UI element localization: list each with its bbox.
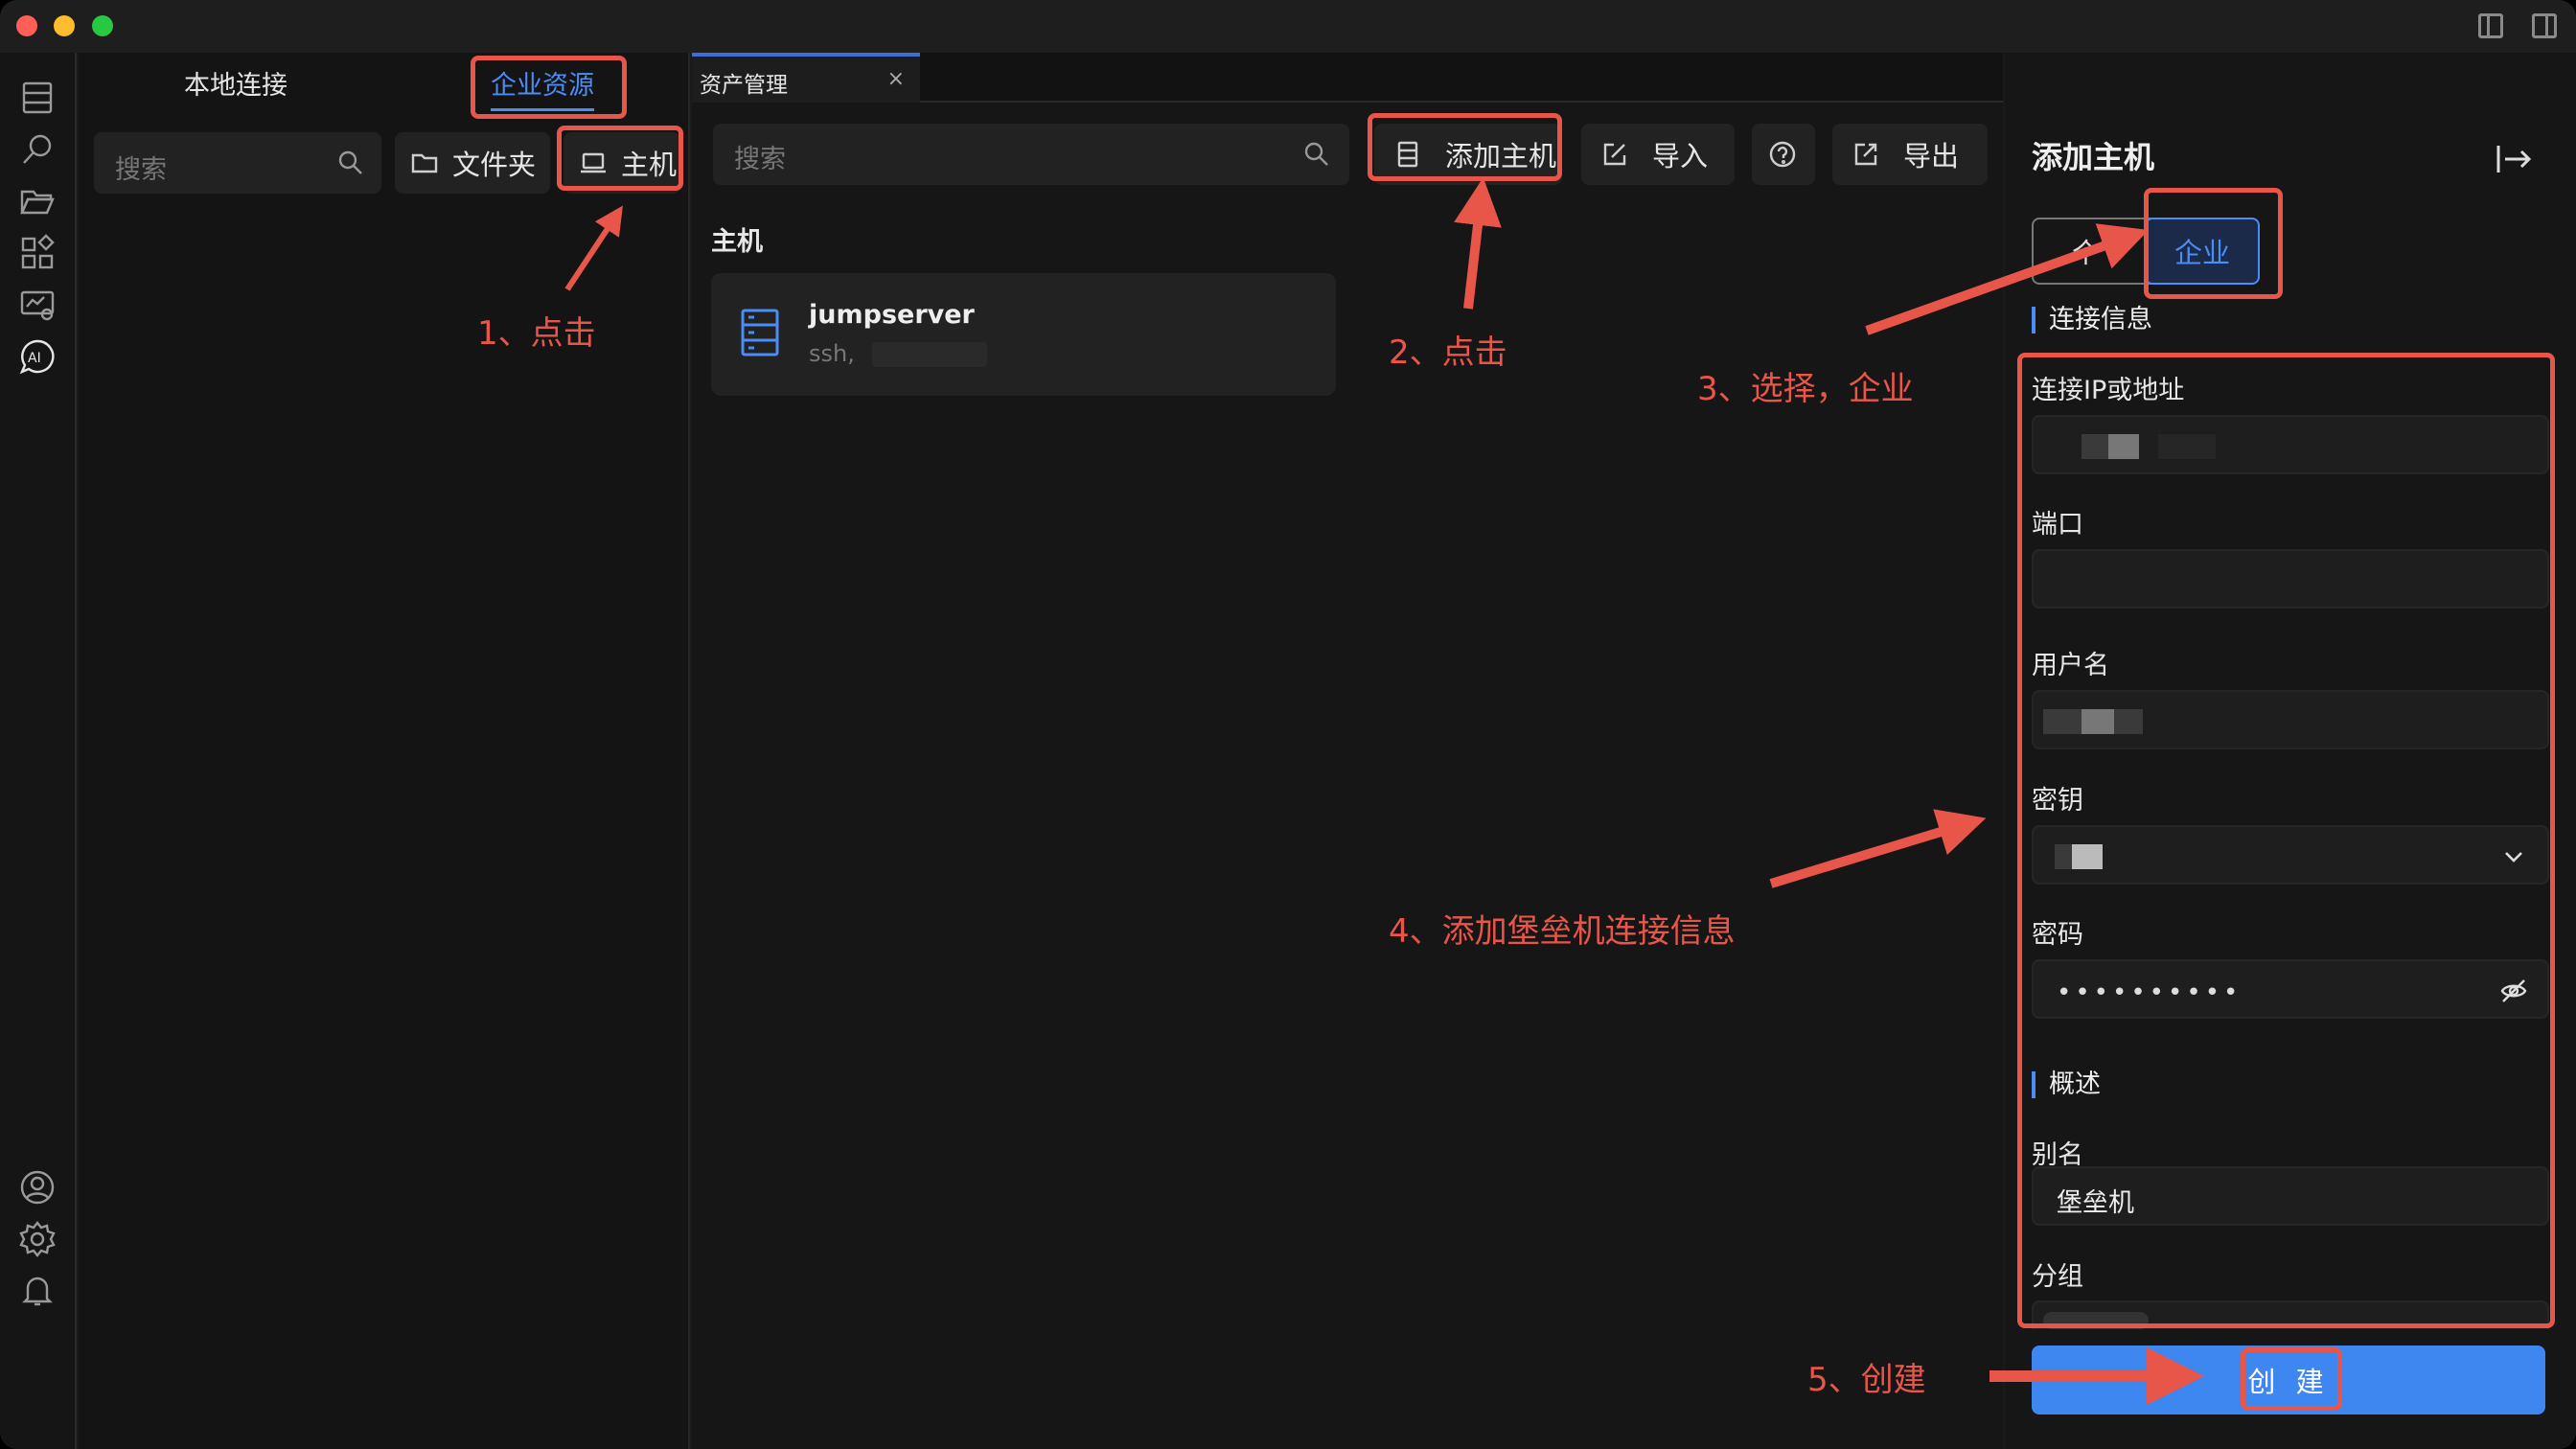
toggle-right-sidebar-icon[interactable] xyxy=(2532,13,2557,38)
redacted-value xyxy=(2158,434,2216,459)
active-tab-underline xyxy=(491,108,594,111)
resource-panel: 本地连接 企业资源 搜索 文件夹 主机 xyxy=(79,53,690,1449)
svg-text:AI: AI xyxy=(28,351,41,366)
ai-assistant-icon[interactable]: AI xyxy=(17,336,58,377)
toggle-left-sidebar-icon[interactable] xyxy=(2478,13,2503,38)
zoom-window-button[interactable] xyxy=(92,15,113,36)
tab-title: 资产管理 xyxy=(700,73,788,98)
monitor-icon[interactable] xyxy=(17,285,58,325)
create-button[interactable]: 创 建 xyxy=(2032,1346,2545,1414)
host-button-label: 主机 xyxy=(621,149,678,181)
annotation-step5: 5、创建 xyxy=(1807,1361,1926,1399)
group-select[interactable] xyxy=(2032,1300,2549,1329)
import-icon xyxy=(1603,143,1626,166)
help-button[interactable] xyxy=(1752,124,1815,185)
export-label: 导出 xyxy=(1903,140,1960,172)
add-host-button[interactable]: 添加主机 xyxy=(1374,124,1562,185)
close-window-button[interactable] xyxy=(16,15,37,36)
folder-open-icon[interactable] xyxy=(17,181,58,221)
folder-filter-button[interactable]: 文件夹 xyxy=(395,132,550,194)
redacted-value xyxy=(2108,434,2139,459)
settings-gear-icon[interactable] xyxy=(17,1219,58,1259)
export-icon xyxy=(1854,143,1877,166)
redacted-value xyxy=(2082,434,2108,459)
tab-enterprise-label: 企业资源 xyxy=(491,71,594,101)
hosts-list-icon[interactable] xyxy=(17,78,58,118)
redacted-address xyxy=(872,342,987,367)
tab-local-connections[interactable]: 本地连接 xyxy=(184,64,288,102)
alias-input[interactable]: 堡垒机 xyxy=(2032,1166,2549,1226)
search-icon[interactable] xyxy=(17,129,58,170)
password-mask: •••••••••• xyxy=(2057,978,2242,1007)
ip-label: 连接IP或地址 xyxy=(2032,376,2185,405)
username-input[interactable] xyxy=(2032,690,2549,749)
asset-management-panel: 资产管理 × 搜索 添加主机 导入 导出 主机 jumpserver ssh, xyxy=(692,53,2003,1449)
user-account-icon[interactable] xyxy=(17,1167,58,1208)
search-placeholder: 搜索 xyxy=(734,145,786,174)
username-label: 用户名 xyxy=(2032,651,2109,680)
redacted-value xyxy=(2082,709,2114,734)
segment-enterprise[interactable]: 企业 xyxy=(2145,218,2260,285)
hosts-section-title: 主机 xyxy=(711,227,763,257)
connection-info-heading: 连接信息 xyxy=(2032,307,2152,334)
notification-bell-icon[interactable] xyxy=(17,1271,58,1311)
folder-button-label: 文件夹 xyxy=(452,149,537,181)
group-label: 分组 xyxy=(2032,1262,2083,1292)
add-host-form: 添加主机 个 企业 连接信息 连接IP或地址 端口 用户名 密钥 密码 ••••… xyxy=(2005,53,2576,1449)
annotation-step1: 1、点击 xyxy=(477,314,596,353)
key-label: 密钥 xyxy=(2032,786,2083,816)
host-name: jumpserver xyxy=(809,300,975,330)
collapse-panel-icon[interactable] xyxy=(2496,143,2532,179)
port-input[interactable] xyxy=(2032,549,2549,609)
import-button[interactable]: 导入 xyxy=(1581,124,1735,185)
asset-search-input[interactable]: 搜索 xyxy=(713,124,1349,185)
editor-tab-bar: 资产管理 × xyxy=(692,53,2003,103)
annotation-step4: 4、添加堡垒机连接信息 xyxy=(1389,912,1736,951)
password-label: 密码 xyxy=(2032,920,2083,950)
group-tag xyxy=(2043,1312,2149,1329)
host-filter-button[interactable]: 主机 xyxy=(564,132,680,194)
server-icon xyxy=(1397,141,1418,168)
add-host-label: 添加主机 xyxy=(1445,140,1557,172)
server-icon xyxy=(740,308,780,361)
host-card-jumpserver[interactable]: jumpserver ssh, xyxy=(711,273,1336,396)
app-window: AI 本地连接 企业资源 搜索 文件夹 主机 资产管理 × 搜索 添加主机 导入… xyxy=(0,0,2576,1449)
activity-bar: AI xyxy=(0,53,77,1449)
search-icon xyxy=(337,150,364,180)
annotation-step3: 3、选择，企业 xyxy=(1697,370,1914,408)
tab-asset-management[interactable]: 资产管理 × xyxy=(692,53,920,103)
host-protocol: ssh, xyxy=(809,340,855,367)
help-question-icon xyxy=(1769,141,1796,168)
redacted-value xyxy=(2055,844,2072,869)
apps-grid-icon[interactable] xyxy=(17,233,58,273)
annotation-step2: 2、点击 xyxy=(1389,334,1507,372)
port-label: 端口 xyxy=(2032,510,2083,540)
redacted-value xyxy=(2043,709,2082,734)
title-bar xyxy=(0,0,2576,53)
tab-enterprise-resources[interactable]: 企业资源 xyxy=(491,64,594,111)
key-select[interactable] xyxy=(2032,825,2549,885)
ip-address-input[interactable] xyxy=(2032,415,2549,474)
redacted-value xyxy=(2114,709,2143,734)
search-placeholder: 搜索 xyxy=(115,155,167,185)
eye-off-icon[interactable] xyxy=(2499,977,2528,1009)
form-title: 添加主机 xyxy=(2032,139,2155,175)
resource-search-input[interactable]: 搜索 xyxy=(94,132,381,194)
redacted-value xyxy=(2072,844,2103,869)
export-button[interactable]: 导出 xyxy=(1832,124,1988,185)
import-label: 导入 xyxy=(1652,140,1709,172)
minimize-window-button[interactable] xyxy=(54,15,75,36)
folder-icon xyxy=(411,153,438,173)
alias-value: 堡垒机 xyxy=(2057,1188,2134,1218)
laptop-icon xyxy=(581,152,606,173)
tab-close-icon[interactable]: × xyxy=(887,67,905,91)
password-input[interactable]: •••••••••• xyxy=(2032,959,2549,1019)
overview-heading: 概述 xyxy=(2032,1071,2101,1098)
search-icon xyxy=(1303,141,1330,172)
chevron-down-icon xyxy=(2501,844,2526,873)
